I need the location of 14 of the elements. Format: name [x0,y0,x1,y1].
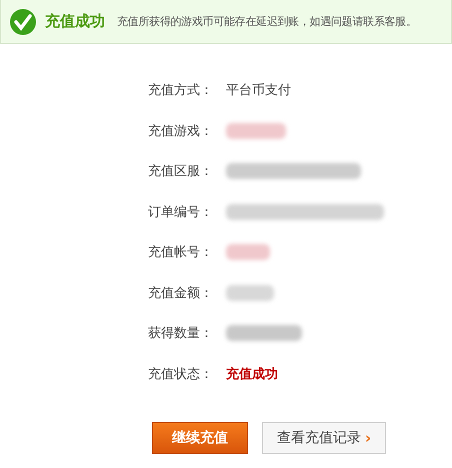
field-label: 充值方式： [148,82,214,100]
field-label: 充值游戏： [148,122,214,140]
field-label: 充值金额： [148,284,214,302]
banner-message: 充值所获得的游戏币可能存在延迟到账，如遇问题请联系客服。 [117,14,417,29]
field-label: 充值区服： [148,163,214,180]
check-icon [9,8,37,36]
banner-title: 充值成功 [45,12,105,31]
field-label: 充值帐号： [148,244,214,262]
status-value: 充值成功 [226,366,278,383]
field-label: 订单编号： [148,204,214,221]
records-button[interactable]: 查看充值记录 › [262,422,386,454]
field-label: 获得数量： [148,325,214,342]
field-label: 充值状态： [148,366,214,383]
field-value: 平台币支付 [226,82,291,100]
